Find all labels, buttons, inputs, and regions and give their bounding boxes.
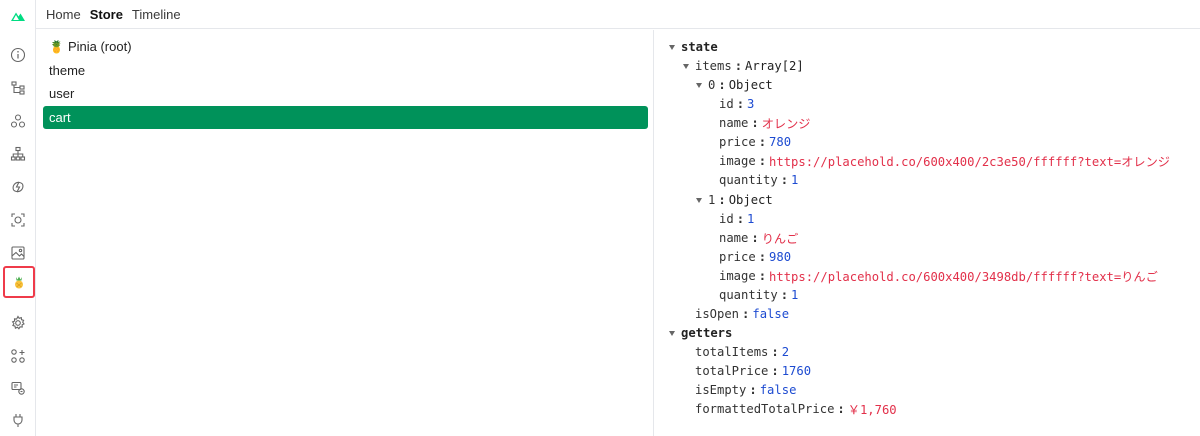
item-1-row[interactable]: 1: Object [696,191,773,209]
prop-key: 1 [708,193,716,207]
item-1-name-row: name: りんご [719,229,799,247]
getter-totalprice-row: totalPrice: 1760 [695,364,812,378]
prop-key: isOpen [695,307,740,321]
prop-key: quantity [719,173,778,187]
assets-icon[interactable] [6,241,30,265]
prop-key: isEmpty [695,383,747,397]
state-inspector: state items: Array[2] 0: Object id: 3 na… [655,30,1200,436]
prop-key: id [719,212,734,226]
prop-key: name [719,231,749,245]
caret-down-icon[interactable] [683,63,689,69]
prop-key: price [719,135,756,149]
getter-totalitems-row: totalItems: 2 [695,345,790,359]
getter-isempty-row: isEmpty: false [695,383,797,397]
caret-down-icon[interactable] [696,82,702,88]
prop-value[interactable]: https://placehold.co/600x400/2c3e50/ffff… [769,152,1170,170]
section-label: getters [681,326,733,340]
state-items-row[interactable]: items: Array[2] [683,57,804,75]
prop-value[interactable]: 1 [791,288,798,302]
caret-down-icon[interactable] [669,330,675,336]
getters-section[interactable]: getters [669,324,732,342]
timeline-icon[interactable] [6,175,30,199]
info-icon[interactable] [6,43,30,67]
caret-down-icon[interactable] [669,44,675,50]
prop-key: image [719,269,756,283]
item-1-quantity-row: quantity: 1 [719,288,799,302]
prop-key: totalItems [695,345,769,359]
prop-value[interactable]: オレンジ [762,114,811,132]
store-item-pinia-root[interactable]: 🍍 Pinia (root) [43,35,648,58]
prop-value: false [759,383,797,397]
store-item-label: Pinia (root) [67,39,132,54]
prop-key: 0 [708,78,716,92]
component-tree-icon[interactable] [6,76,30,100]
state-section[interactable]: state [669,38,718,56]
prop-value[interactable]: りんご [762,229,799,247]
graph-icon[interactable] [6,109,30,133]
prop-value[interactable]: 3 [747,97,754,111]
prop-key: quantity [719,288,778,302]
item-0-name-row: name: オレンジ [719,114,811,132]
prop-value[interactable]: https://placehold.co/600x400/3498db/ffff… [769,267,1158,285]
prop-value: 2 [781,345,790,359]
getter-formattedtotalprice-row: formattedTotalPrice: ￥1,760 [695,402,897,417]
top-nav: Home Store Timeline [36,0,1200,29]
prop-key: price [719,250,756,264]
item-0-image-row: image: https://placehold.co/600x400/2c3e… [719,152,1170,170]
prop-key: id [719,97,734,111]
item-0-quantity-row: quantity: 1 [719,173,799,187]
caret-down-icon[interactable] [696,197,702,203]
item-0-row[interactable]: 0: Object [696,76,773,94]
prop-value: 1760 [781,364,812,378]
prop-value: Array[2] [745,59,804,73]
item-1-image-row: image: https://placehold.co/600x400/3498… [719,267,1158,285]
item-0-id-row: id: 3 [719,97,755,111]
prop-key: image [719,154,756,168]
prop-key: items [695,59,732,73]
store-list: 🍍 Pinia (root) theme user cart [37,30,654,436]
item-1-id-row: id: 1 [719,212,755,226]
server-routes-icon[interactable] [6,376,30,400]
state-isopen-row: isOpen: false [695,307,790,321]
prop-value[interactable]: 1 [747,212,754,226]
prop-key: formattedTotalPrice [695,402,835,416]
prop-value: Object [728,78,773,92]
prop-value[interactable]: false [752,307,789,321]
settings-icon[interactable] [6,311,30,335]
modules-icon[interactable] [6,344,30,368]
devtools-sidebar [0,0,36,436]
prop-key: totalPrice [695,364,769,378]
item-0-price-row: price: 780 [719,135,792,149]
prop-value: ￥1,760 [847,403,897,417]
prop-value[interactable]: 980 [769,250,791,264]
item-1-price-row: price: 980 [719,250,792,264]
tab-store[interactable]: Store [90,7,123,22]
prop-value[interactable]: 1 [791,173,798,187]
hierarchy-icon[interactable] [6,142,30,166]
pinia-icon[interactable] [3,266,35,298]
store-item-label: cart [49,110,71,125]
store-item-cart[interactable]: cart [43,106,648,129]
nuxt-logo-icon[interactable] [6,4,30,28]
tab-home[interactable]: Home [46,7,81,22]
plug-icon[interactable] [6,408,30,432]
store-item-label: theme [49,63,86,78]
store-item-theme[interactable]: theme [43,59,648,82]
prop-key: name [719,116,749,130]
inspect-icon[interactable] [6,208,30,232]
tab-timeline[interactable]: Timeline [132,7,181,22]
store-item-user[interactable]: user [43,82,648,105]
prop-value[interactable]: 780 [769,135,791,149]
store-item-label: user [49,86,75,101]
section-label: state [681,40,718,54]
pineapple-icon: 🍍 [49,39,64,54]
prop-value: Object [728,193,773,207]
